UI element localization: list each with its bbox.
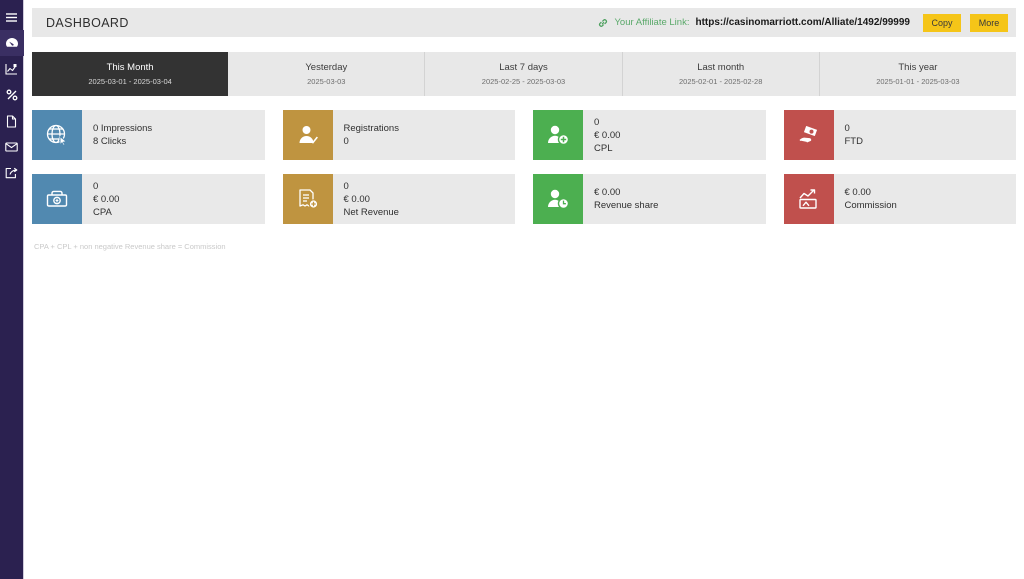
percent-icon xyxy=(6,89,18,101)
hamburger-icon xyxy=(5,12,18,23)
card-line: 0 xyxy=(343,136,349,147)
card-body: € 0.00 Revenue share xyxy=(583,174,766,224)
copy-button[interactable]: Copy xyxy=(923,13,961,32)
sidebar-item-statistics[interactable] xyxy=(0,56,24,82)
tab-label: Last month xyxy=(697,62,745,73)
tab-label: Yesterday xyxy=(305,62,348,73)
card-line: CPL xyxy=(594,142,613,154)
invoice-plus-icon xyxy=(296,187,320,211)
tab-this-month[interactable]: This Month 2025-03-01 - 2025-03-04 xyxy=(32,52,229,96)
card-icon-wrap xyxy=(533,174,583,224)
card-line: CPA xyxy=(93,206,112,218)
tab-date-range: 2025-02-25 - 2025-03-03 xyxy=(481,77,566,86)
sidebar-item-documents[interactable] xyxy=(0,108,24,134)
card-line: FTD xyxy=(844,136,863,147)
card-impressions-clicks[interactable]: 0 Impressions 8 Clicks xyxy=(32,110,265,160)
card-line: 0 xyxy=(343,180,349,192)
chart-icon xyxy=(5,63,18,75)
tab-this-year[interactable]: This year 2025-01-01 - 2025-03-03 xyxy=(820,52,1016,96)
card-body: Registrations 0 xyxy=(333,110,516,160)
tab-last-7-days[interactable]: Last 7 days 2025-02-25 - 2025-03-03 xyxy=(425,52,623,96)
tab-label: This year xyxy=(898,62,938,73)
sidebar-item-menu-toggle[interactable] xyxy=(0,4,24,30)
card-cpl[interactable]: 0 € 0.00 CPL xyxy=(533,110,766,160)
card-line: Net Revenue xyxy=(343,206,399,218)
card-line: € 0.00 xyxy=(594,187,621,198)
tab-date-range: 2025-03-01 - 2025-03-04 xyxy=(88,77,172,86)
tab-date-range: 2025-02-01 - 2025-02-28 xyxy=(679,77,763,86)
card-body: 0 € 0.00 Net Revenue xyxy=(333,174,516,224)
card-line: 0 Impressions xyxy=(93,123,153,134)
dashboard-page: DASHBOARD Your Affiliate Link: https://c… xyxy=(0,0,1024,579)
period-tabs: This Month 2025-03-01 - 2025-03-04 Yeste… xyxy=(32,52,1016,96)
card-net-revenue[interactable]: 0 € 0.00 Net Revenue xyxy=(282,174,516,224)
card-icon-wrap xyxy=(783,174,834,224)
user-plus-icon xyxy=(546,123,570,147)
affiliate-link-label: Your Affiliate Link: xyxy=(614,17,690,28)
card-line: 0 xyxy=(93,180,99,192)
card-body: 0 € 0.00 CPL xyxy=(583,110,766,160)
card-icon-wrap xyxy=(32,110,82,160)
tab-last-month[interactable]: Last month 2025-02-01 - 2025-02-28 xyxy=(623,52,820,96)
chain-link-icon xyxy=(598,18,608,28)
card-icon-wrap xyxy=(533,110,583,160)
commission-formula-note: CPA + CPL + non negative Revenue share =… xyxy=(34,242,226,251)
card-icon-wrap xyxy=(783,110,834,160)
card-body: 0 € 0.00 CPA xyxy=(82,174,265,224)
top-bar: DASHBOARD Your Affiliate Link: https://c… xyxy=(32,8,1016,37)
card-cpa[interactable]: 0 € 0.00 CPA xyxy=(32,174,265,224)
sidebar xyxy=(0,0,24,579)
share-export-icon xyxy=(5,167,18,179)
card-line: Commission xyxy=(844,200,897,211)
card-icon-wrap xyxy=(282,174,333,224)
card-line: 0 xyxy=(844,123,850,134)
card-revenue-share[interactable]: € 0.00 Revenue share xyxy=(533,174,766,224)
card-line: € 0.00 xyxy=(594,129,621,141)
card-line: € 0.00 xyxy=(343,193,370,205)
card-body: 0 Impressions 8 Clicks xyxy=(82,110,265,160)
envelope-icon xyxy=(5,142,18,152)
card-commission[interactable]: € 0.00 Commission xyxy=(783,174,1017,224)
card-line: Registrations xyxy=(343,123,399,134)
card-line: 0 xyxy=(594,116,600,128)
sidebar-item-messages[interactable] xyxy=(0,134,24,160)
main-area: DASHBOARD Your Affiliate Link: https://c… xyxy=(24,0,1024,579)
tab-yesterday[interactable]: Yesterday 2025-03-03 xyxy=(228,52,426,96)
globe-cursor-icon xyxy=(45,123,69,147)
gauge-icon xyxy=(5,37,19,49)
tab-label: This Month xyxy=(106,62,154,73)
sidebar-item-dashboard[interactable] xyxy=(0,30,24,56)
content: This Month 2025-03-01 - 2025-03-04 Yeste… xyxy=(24,37,1024,251)
card-line: € 0.00 xyxy=(844,187,871,198)
card-line: € 0.00 xyxy=(93,193,120,205)
money-bag-icon xyxy=(45,187,69,211)
tab-date-range: 2025-03-03 xyxy=(307,77,346,86)
more-button[interactable]: More xyxy=(970,13,1008,32)
card-line: 8 Clicks xyxy=(93,136,127,147)
card-icon-wrap xyxy=(32,174,82,224)
sidebar-item-promotions[interactable] xyxy=(0,160,24,186)
card-body: 0 FTD xyxy=(834,110,1017,160)
sidebar-item-commissions[interactable] xyxy=(0,82,24,108)
card-body: € 0.00 Commission xyxy=(834,174,1017,224)
user-clock-icon xyxy=(546,187,570,211)
stat-cards-row-2: 0 € 0.00 CPA 0 € 0.00 Net Revenue € 0.00… xyxy=(32,174,1016,224)
stat-cards-row-1: 0 Impressions 8 Clicks Registrations 0 0… xyxy=(32,110,1016,160)
growth-chart-icon xyxy=(797,187,821,211)
affiliate-link-group: Your Affiliate Link: https://casinomarri… xyxy=(598,13,1008,32)
user-check-icon xyxy=(296,123,320,147)
card-line: Revenue share xyxy=(594,200,659,211)
file-icon xyxy=(6,114,17,128)
affiliate-link-url[interactable]: https://casinomarriott.com/Alliate/1492/… xyxy=(695,17,914,28)
card-registrations[interactable]: Registrations 0 xyxy=(282,110,516,160)
cash-hand-icon xyxy=(797,123,821,147)
page-title: DASHBOARD xyxy=(46,15,129,30)
card-icon-wrap xyxy=(282,110,333,160)
card-ftd[interactable]: 0 FTD xyxy=(783,110,1017,160)
tab-label: Last 7 days xyxy=(499,62,548,73)
tab-date-range: 2025-01-01 - 2025-03-03 xyxy=(876,77,960,86)
